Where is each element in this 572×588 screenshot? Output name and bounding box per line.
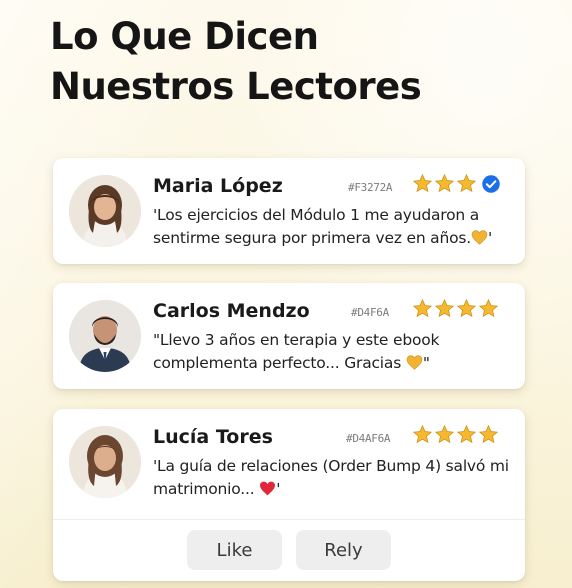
avatar: [69, 426, 141, 498]
star-icon: [434, 173, 455, 193]
page-title-line-1: Lo Que Dicen: [50, 15, 319, 58]
review-text: 'Los ejercicios del Módulo 1 me ayudaron…: [153, 206, 480, 247]
verified-check-icon: [482, 175, 500, 193]
review-code: #D4AF6A: [346, 432, 391, 445]
review-quote: 'La guía de relaciones (Order Bump 4) sa…: [153, 455, 515, 501]
star-icon: [412, 298, 433, 318]
avatar: [69, 300, 141, 372]
star-icon: [456, 424, 477, 444]
review-text: "Llevo 3 años en terapia y este ebook co…: [153, 331, 440, 372]
reviewer-name: Lucía Tores: [153, 426, 273, 448]
quote-close-mark: ': [276, 480, 281, 498]
star-icon: [478, 298, 499, 318]
star-rating: [412, 298, 499, 319]
quote-close-mark: ": [422, 354, 430, 372]
page-title-line-2: Nuestros Lectores: [50, 65, 422, 108]
divider: [53, 519, 525, 520]
review-quote: "Llevo 3 años en terapia y este ebook co…: [153, 329, 515, 375]
star-icon: [434, 298, 455, 318]
reviewer-name: Carlos Mendzo: [153, 300, 310, 322]
reply-button[interactable]: Rely: [296, 530, 391, 570]
review-quote: 'Los ejercicios del Módulo 1 me ayudaron…: [153, 204, 515, 250]
star-rating: [412, 424, 499, 445]
review-code: #D4F6A: [351, 306, 389, 319]
star-rating: [412, 173, 501, 194]
star-icon: [434, 424, 455, 444]
gold-heart-icon: [471, 230, 488, 245]
page-title: Lo Que Dicen Nuestros Lectores: [50, 12, 422, 112]
star-icon: [412, 173, 433, 193]
red-heart-icon: [260, 481, 276, 496]
gold-heart-icon: [406, 355, 423, 370]
avatar: [69, 175, 141, 247]
star-icon: [412, 424, 433, 444]
star-icon: [456, 173, 477, 193]
reviewer-name: Maria López: [153, 175, 283, 197]
review-card: Maria López #F3272A 'Los ejercicios del …: [53, 158, 525, 264]
review-card: Carlos Mendzo #D4F6A "Llevo 3 años en te…: [53, 283, 525, 389]
star-icon: [456, 298, 477, 318]
review-card: Lucía Tores #D4AF6A 'La guía de relacion…: [53, 409, 525, 581]
star-icon: [478, 424, 499, 444]
like-button[interactable]: Like: [187, 530, 282, 570]
review-code: #F3272A: [348, 181, 393, 194]
review-text: 'La guía de relaciones (Order Bump 4) sa…: [153, 457, 509, 498]
quote-close-mark: ': [488, 229, 493, 247]
